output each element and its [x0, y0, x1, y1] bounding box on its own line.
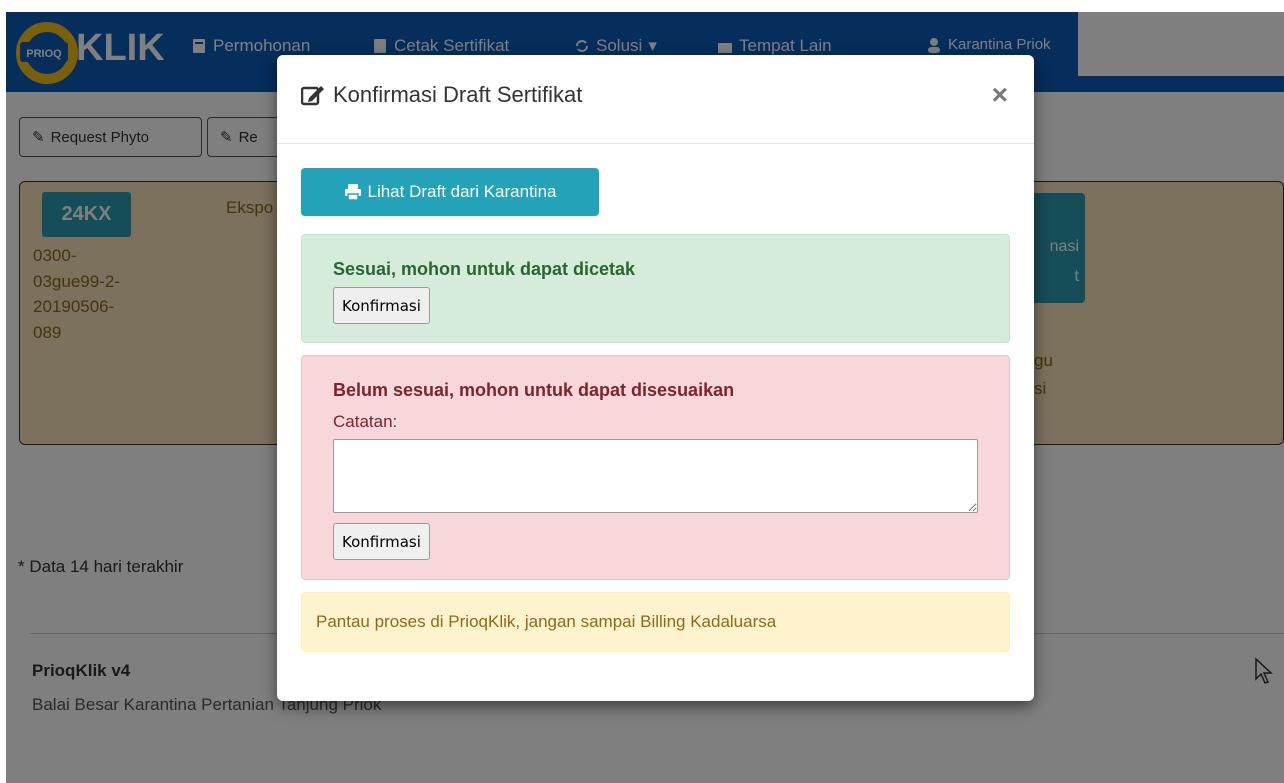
approve-heading: Sesuai, mohon untuk dapat dicetak	[333, 259, 636, 279]
notes-textarea[interactable]	[333, 439, 978, 513]
modal-header: Konfirmasi Draft Sertifikat ×	[277, 55, 1034, 144]
modal-title-text: Konfirmasi Draft Sertifikat	[333, 82, 583, 107]
edit-icon	[301, 86, 324, 106]
screen-left-edge	[0, 0, 6, 783]
modal-title: Konfirmasi Draft Sertifikat	[301, 82, 582, 108]
billing-warning: Pantau proses di PrioqKlik, jangan sampa…	[301, 592, 1010, 652]
screen-top-edge	[0, 0, 1284, 12]
close-icon[interactable]: ×	[992, 79, 1008, 111]
confirm-draft-modal: Konfirmasi Draft Sertifikat × Lihat Draf…	[277, 55, 1034, 701]
print-icon	[344, 184, 361, 201]
view-draft-button[interactable]: Lihat Draft dari Karantina	[301, 168, 599, 216]
approve-confirm-button[interactable]: Konfirmasi	[333, 287, 430, 324]
reject-confirm-button[interactable]: Konfirmasi	[333, 523, 430, 560]
reject-panel: Belum sesuai, mohon untuk dapat disesuai…	[301, 355, 1010, 580]
approve-panel: Sesuai, mohon untuk dapat dicetak Konfir…	[301, 234, 1010, 343]
view-draft-label: Lihat Draft dari Karantina	[367, 182, 557, 201]
reject-heading: Belum sesuai, mohon untuk dapat disesuai…	[333, 380, 735, 400]
notes-label: Catatan:	[333, 412, 398, 431]
